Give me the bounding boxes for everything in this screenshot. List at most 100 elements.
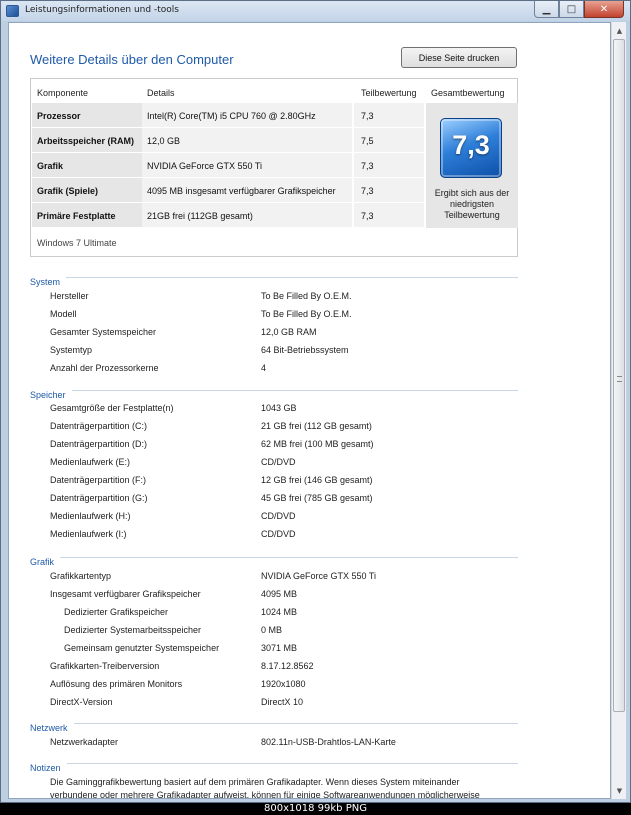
subscore: 7,3 [354, 203, 424, 227]
section-title: Grafik [30, 557, 61, 567]
info-key: Medienlaufwerk (H:) [50, 511, 131, 521]
content-pane: Weitere Details über den Computer Diese … [8, 22, 611, 799]
info-row: Datenträgerpartition (C:) 21 GB frei (112… [9, 421, 609, 434]
info-key: Datenträgerpartition (C:) [50, 421, 148, 431]
info-value: CD/DVD [261, 529, 296, 539]
info-value: 1920x1080 [261, 679, 306, 689]
section-storage: Speicher [30, 383, 518, 400]
info-value: 3071 MB [261, 643, 298, 653]
page-title: Weitere Details über den Computer [30, 52, 234, 67]
info-row: Grafikkartentyp NVIDIA GeForce GTX 550 Ti [9, 571, 609, 584]
info-row: Auflösung des primären Monitors 1920x1080 [9, 679, 609, 692]
minimize-icon: ▁ [542, 3, 551, 15]
info-key: Gesamtgröße der Festplatte(n) [50, 403, 174, 413]
info-row: Modell To Be Filled By O.E.M. [9, 309, 609, 322]
notes-text: Die Gaminggrafikbewertung basiert auf de… [50, 776, 520, 799]
info-key: Datenträgerpartition (D:) [50, 439, 148, 449]
section-title: Netzwerk [30, 723, 74, 733]
info-row: Systemtyp 64 Bit-Betriebssystem [9, 345, 609, 358]
print-page-button[interactable]: Diese Seite drucken [401, 47, 517, 68]
info-key: Dedizierter Grafikspeicher [64, 607, 169, 617]
minimize-button[interactable]: ▁ [534, 1, 559, 18]
app-icon [6, 5, 19, 17]
info-key: Insgesamt verfügbarer Grafikspeicher [50, 589, 201, 599]
component-name: Primäre Festplatte [32, 203, 142, 227]
subscore: 7,3 [354, 178, 424, 202]
info-row: Dedizierter Grafikspeicher 1024 MB [9, 607, 609, 620]
info-row: Medienlaufwerk (E:) CD/DVD [9, 457, 609, 470]
subscore: 7,5 [354, 128, 424, 152]
score-table: Komponente Details Teilbewertung Gesamtb… [30, 78, 518, 257]
subscore: 7,3 [354, 153, 424, 177]
info-key: Gemeinsam genutzter Systemspeicher [64, 643, 220, 653]
info-key: DirectX-Version [50, 697, 113, 707]
total-score-cell: 7,3 Ergibt sich aus der niedrigsten Teil… [426, 103, 518, 228]
score-badge[interactable]: 7,3 [440, 118, 502, 178]
info-value: 45 GB frei (785 GB gesamt) [261, 493, 373, 503]
component-name: Prozessor [32, 103, 142, 127]
info-value: 4 [261, 363, 267, 373]
close-icon: ✕ [599, 3, 609, 15]
title-bar[interactable]: Leistungsinformationen und -tools ▁ □ ✕ [1, 1, 630, 21]
info-value: NVIDIA GeForce GTX 550 Ti [261, 571, 377, 581]
info-key: Hersteller [50, 291, 89, 301]
component-name: Grafik [32, 153, 142, 177]
info-key: Datenträgerpartition (G:) [50, 493, 148, 503]
info-key: Medienlaufwerk (I:) [50, 529, 127, 539]
info-row: DirectX-Version DirectX 10 [9, 697, 609, 710]
info-key: Anzahl der Prozessorkerne [50, 363, 159, 373]
section-system: System [30, 270, 518, 287]
section-title: Speicher [30, 390, 72, 400]
info-value: To Be Filled By O.E.M. [261, 291, 352, 301]
section-title: System [30, 277, 67, 287]
vertical-scrollbar[interactable]: ▲ ▼ [611, 22, 626, 799]
header-details: Details [147, 88, 175, 98]
component-name: Arbeitsspeicher (RAM) [32, 128, 142, 152]
info-value: 0 MB [261, 625, 283, 635]
info-value: CD/DVD [261, 457, 296, 467]
info-value: 1024 MB [261, 607, 298, 617]
windows-edition: Windows 7 Ultimate [37, 238, 117, 248]
info-key: Datenträgerpartition (F:) [50, 475, 147, 485]
table-row: Arbeitsspeicher (RAM) 12,0 GB 7,5 [32, 128, 424, 153]
header-total: Gesamtbewertung [431, 88, 505, 98]
info-value: 12 GB frei (146 GB gesamt) [261, 475, 373, 485]
section-network: Netzwerk [30, 716, 518, 733]
table-row: Primäre Festplatte 21GB frei (112GB gesa… [32, 203, 424, 228]
info-value: 21 GB frei (112 GB gesamt) [261, 421, 372, 431]
component-details: 12,0 GB [142, 128, 352, 152]
info-key: Medienlaufwerk (E:) [50, 457, 131, 467]
close-button[interactable]: ✕ [584, 1, 624, 18]
info-value: To Be Filled By O.E.M. [261, 309, 352, 319]
maximize-button[interactable]: □ [559, 1, 584, 18]
info-row: Gesamtgröße der Festplatte(n) 1043 GB [9, 403, 609, 416]
info-row: Dedizierter Systemarbeitsspeicher 0 MB [9, 625, 609, 638]
info-row: Datenträgerpartition (F:) 12 GB frei (146… [9, 475, 609, 488]
section-notes: Notizen [30, 756, 518, 773]
info-row: Anzahl der Prozessorkerne 4 [9, 363, 609, 376]
component-details: Intel(R) Core(TM) i5 CPU 760 @ 2.80GHz [142, 103, 352, 127]
info-row: Insgesamt verfügbarer Grafikspeicher 4095… [9, 589, 609, 602]
scroll-up-icon[interactable]: ▲ [612, 23, 627, 38]
info-row: Grafikkarten-Treiberversion 8.17.12.8562 [9, 661, 609, 674]
window-title: Leistungsinformationen und -tools [25, 5, 179, 15]
info-row: Netzwerkadapter 802.11n-USB-Drahtlos-LAN-… [9, 737, 609, 750]
header-component: Komponente [37, 88, 89, 98]
info-key: Grafikkarten-Treiberversion [50, 661, 160, 671]
component-details: NVIDIA GeForce GTX 550 Ti [142, 153, 352, 177]
info-key: Netzwerkadapter [50, 737, 119, 747]
notes-line: verbundene oder mehrere Grafikadapter au… [50, 790, 480, 799]
info-row: Datenträgerpartition (D:) 62 MB frei (100… [9, 439, 609, 452]
header-subscore: Teilbewertung [361, 88, 417, 98]
component-details: 21GB frei (112GB gesamt) [142, 203, 352, 227]
info-value: 62 MB frei (100 MB gesamt) [261, 439, 374, 449]
component-name: Grafik (Spiele) [32, 178, 142, 202]
table-row: Grafik NVIDIA GeForce GTX 550 Ti 7,3 [32, 153, 424, 178]
scroll-down-icon[interactable]: ▼ [612, 783, 627, 798]
subscore: 7,3 [354, 103, 424, 127]
info-value: 64 Bit-Betriebssystem [261, 345, 349, 355]
info-value: CD/DVD [261, 511, 296, 521]
info-value: 802.11n-USB-Drahtlos-LAN-Karte [261, 737, 396, 747]
scroll-thumb[interactable] [613, 39, 625, 712]
info-key: Grafikkartentyp [50, 571, 112, 581]
